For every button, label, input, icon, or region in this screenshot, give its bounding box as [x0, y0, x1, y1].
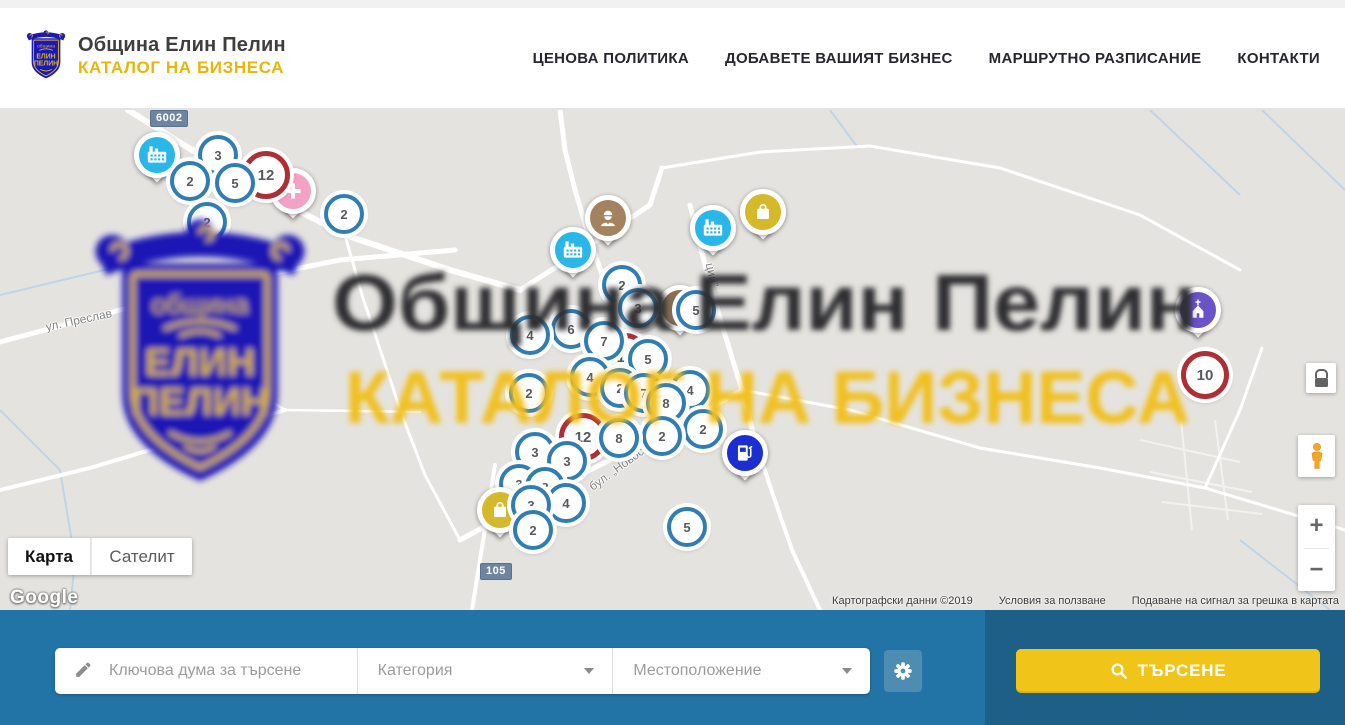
pencil-icon [73, 661, 93, 681]
map-cluster-marker[interactable]: 5 [676, 290, 716, 330]
search-box: Категория Местоположение [55, 648, 870, 694]
zoom-out-button[interactable]: − [1298, 549, 1335, 592]
cluster-count: 2 [529, 523, 536, 538]
cluster-count: 3 [563, 454, 570, 469]
cluster-count: 12 [258, 167, 275, 184]
brand[interactable]: община ЕЛИН ПЕЛИН Община Елин Пелин КАТА… [24, 26, 286, 86]
site-title: Община Елин Пелин [78, 34, 286, 56]
google-logo[interactable]: Google [10, 587, 78, 609]
map-pin-shopping-bag[interactable] [739, 189, 787, 253]
map-cluster-marker[interactable]: 5 [215, 163, 255, 203]
factory-icon [700, 215, 726, 241]
map-cluster-marker[interactable]: 10 [1181, 351, 1229, 399]
attribution-terms-link[interactable]: Условия за ползване [999, 595, 1106, 607]
map-cluster-marker[interactable]: 2 [509, 373, 549, 413]
worker-icon [595, 205, 621, 231]
lock-button[interactable] [1306, 363, 1336, 393]
map-cluster-marker[interactable]: 2 [170, 161, 210, 201]
map-markers-layer: 312 2522 2 356471354 [0, 110, 1345, 610]
cluster-count: 4 [526, 328, 533, 343]
cluster-count: 5 [231, 176, 238, 191]
map-cluster-marker[interactable]: 4 [546, 483, 586, 523]
cluster-count: 2 [699, 422, 706, 437]
cluster-count: 6 [567, 322, 574, 337]
svg-text:ПЕЛИН: ПЕЛИН [34, 61, 58, 68]
factory-icon [144, 142, 170, 168]
top-strip [0, 0, 1345, 8]
cluster-count: 2 [658, 429, 665, 444]
map-cluster-marker[interactable]: 7 [584, 321, 624, 361]
keyword-input[interactable] [107, 661, 341, 681]
cluster-count: 3 [214, 148, 221, 163]
map-pin-factory[interactable] [689, 205, 737, 269]
map-cluster-marker[interactable]: 3 [618, 288, 658, 328]
map-cluster-marker[interactable]: 2 [683, 409, 723, 449]
cluster-count: 10 [1197, 367, 1214, 384]
map-cluster-marker[interactable]: 2 [513, 510, 553, 550]
pegman-button[interactable] [1298, 435, 1335, 477]
lock-icon [1315, 369, 1328, 378]
nav-pricing[interactable]: ЦЕНОВА ПОЛИТИКА [533, 50, 689, 67]
search-bar: Категория Местоположение ТЪРСЕНЕ [0, 610, 1345, 725]
cluster-count: 4 [562, 496, 569, 511]
cluster-count: 2 [340, 207, 347, 222]
municipality-logo-icon: община ЕЛИН ПЕЛИН [24, 26, 68, 86]
shopping-bag-icon [487, 497, 513, 523]
gear-icon [892, 660, 914, 682]
cluster-count: 8 [662, 396, 669, 411]
nav-contacts[interactable]: КОНТАКТИ [1237, 50, 1320, 67]
nav-add-business[interactable]: ДОБАВЕТЕ ВАШИЯТ БИЗНЕС [725, 50, 953, 67]
location-select[interactable]: Местоположение [613, 648, 870, 694]
zoom-control: + − [1298, 505, 1335, 591]
attribution-data: Картографски данни ©2019 [832, 595, 973, 607]
factory-icon [560, 237, 586, 263]
keyword-segment [55, 648, 358, 694]
map-pin-factory[interactable] [549, 227, 597, 291]
header: община ЕЛИН ПЕЛИН Община Елин Пелин КАТА… [0, 8, 1345, 109]
zoom-in-button[interactable]: + [1298, 505, 1335, 548]
category-select[interactable]: Категория [358, 648, 614, 694]
map-pin-church[interactable] [1174, 287, 1222, 351]
search-icon [1110, 662, 1128, 680]
cluster-count: 2 [618, 278, 625, 293]
search-button[interactable]: ТЪРСЕНЕ [1016, 649, 1320, 693]
map-type-map-button[interactable]: Карта [8, 538, 90, 575]
cluster-count: 2 [186, 174, 193, 189]
map-cluster-marker[interactable]: 5 [667, 507, 707, 547]
main-nav: ЦЕНОВА ПОЛИТИКА ДОБАВЕТЕ ВАШИЯТ БИЗНЕС М… [533, 8, 1320, 109]
map-cluster-marker[interactable]: 2 [187, 202, 227, 242]
cluster-count: 5 [683, 520, 690, 535]
cluster-count: 3 [634, 301, 641, 316]
cluster-count: 2 [203, 215, 210, 230]
chevron-down-icon [584, 668, 594, 674]
map-pin-fuel[interactable] [721, 430, 769, 494]
map-type-control: Карта Сателит [8, 538, 192, 575]
map-cluster-marker[interactable]: 4 [510, 315, 550, 355]
map-type-satellite-button[interactable]: Сателит [91, 538, 192, 575]
advanced-settings-button[interactable] [884, 650, 922, 692]
svg-text:ЕЛИН: ЕЛИН [36, 53, 55, 60]
cluster-count: 8 [615, 431, 622, 446]
church-icon [1185, 297, 1211, 323]
cluster-count: 7 [600, 334, 607, 349]
cluster-count: 5 [692, 303, 699, 318]
attribution-report-link[interactable]: Подаване на сигнал за грешка в картата [1132, 595, 1339, 607]
map-attribution: Картографски данни ©2019 Условия за полз… [832, 595, 1339, 607]
fuel-icon [732, 440, 758, 466]
map-canvas[interactable]: 6002105ул. Преславбул. „Новоселции" 312 … [0, 110, 1345, 610]
cluster-count: 4 [586, 370, 593, 385]
cluster-count: 3 [531, 445, 538, 460]
cluster-count: 2 [616, 381, 623, 396]
cluster-count: 4 [686, 383, 693, 398]
chevron-down-icon [842, 668, 852, 674]
site-subtitle: КАТАЛОГ НА БИЗНЕСА [78, 59, 286, 78]
map-cluster-marker[interactable]: 2 [324, 194, 364, 234]
map-cluster-marker[interactable]: 2 [642, 416, 682, 456]
cluster-count: 2 [525, 386, 532, 401]
shopping-bag-icon [750, 199, 776, 225]
nav-bus-schedule[interactable]: МАРШРУТНО РАЗПИСАНИЕ [989, 50, 1202, 67]
pegman-icon [1305, 442, 1329, 470]
map-cluster-marker[interactable]: 8 [599, 418, 639, 458]
cluster-count: 5 [644, 352, 651, 367]
